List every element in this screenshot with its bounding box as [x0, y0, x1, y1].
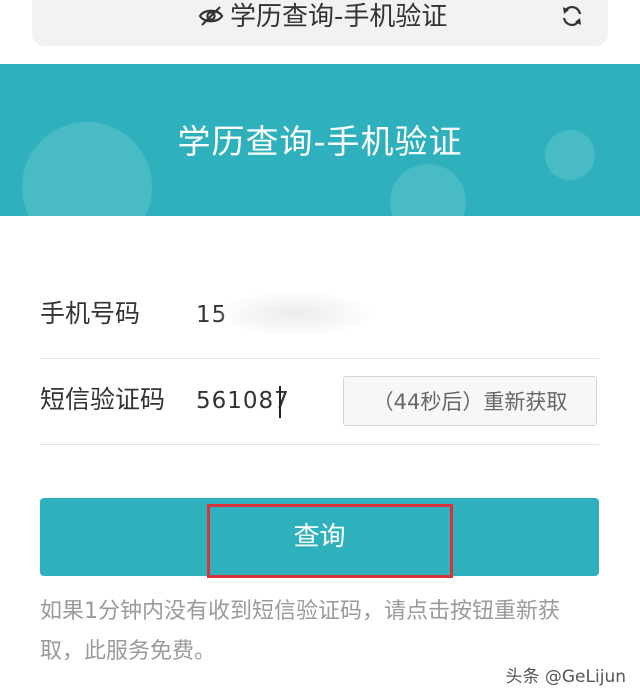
help-text: 如果1分钟内没有收到短信验证码，请点击按钮重新获取，此服务免费。: [40, 599, 560, 664]
annotation-highlight-box: [207, 504, 453, 578]
resend-code-button[interactable]: （44秒后）重新获取: [343, 376, 597, 426]
sms-code-label: 短信验证码: [40, 385, 166, 414]
page-title: 学历查询-手机验证: [177, 122, 463, 161]
redaction-blur: [220, 292, 370, 336]
eye-off-icon[interactable]: [198, 5, 224, 27]
decorative-bubble: [390, 164, 466, 216]
watermark: 头条 @GeLijun: [505, 667, 626, 687]
phone-row: 手机号码 15: [40, 272, 599, 359]
browser-title-bar: 学历查询-手机验证: [0, 0, 640, 64]
browser-title: 学历查询-手机验证: [230, 2, 448, 32]
header-banner: 学历查询-手机验证: [0, 64, 640, 216]
phone-label: 手机号码: [40, 299, 141, 328]
text-cursor: [279, 386, 281, 418]
sms-code-row: 短信验证码 561087 （44秒后）重新获取: [40, 358, 599, 445]
refresh-icon[interactable]: [560, 4, 584, 28]
sms-code-input[interactable]: 561087: [196, 386, 290, 416]
